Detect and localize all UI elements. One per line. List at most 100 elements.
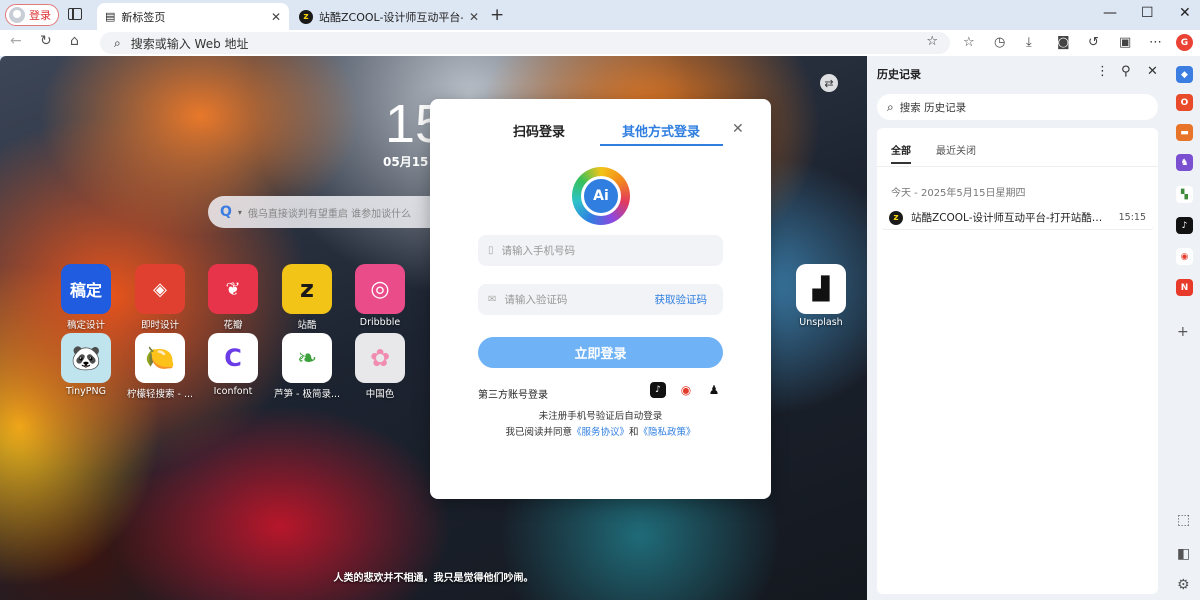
huaban-icon: ❦ [208, 264, 258, 314]
google-icon[interactable]: G [1176, 34, 1193, 51]
search-input[interactable]: 俄乌直接谈判有望重启 谁参加谈什么 [248, 205, 411, 220]
history-item-title: 站酷ZCOOL-设计师互动平台-打开站酷，发现更好的设计！ [911, 212, 1106, 224]
tab-actions-icon[interactable] [68, 8, 82, 20]
office-icon[interactable]: O [1176, 94, 1193, 111]
page-icon: ▤ [105, 10, 116, 23]
new-tab-button[interactable]: + [490, 5, 504, 25]
apps-grid-icon[interactable]: ▚ [1176, 186, 1193, 203]
back-icon[interactable]: ← [10, 33, 22, 49]
app-label: 花瓣 [223, 320, 243, 331]
close-icon[interactable]: ✕ [469, 10, 479, 24]
newtab-quote: 人类的悲欢并不相通，我只是觉得他们吵闹。 [333, 573, 534, 584]
profile-label: 登录 [29, 9, 51, 22]
weibo-icon[interactable]: ◉ [1176, 248, 1193, 265]
address-bar[interactable]: ⌕ 搜索或输入 Web 地址 ☆ [100, 32, 950, 54]
favorites-icon[interactable]: ☆ [963, 35, 975, 50]
tab-qr-login[interactable]: 扫码登录 [513, 121, 565, 140]
app-shortcut[interactable]: ❦ 花瓣 [198, 264, 268, 331]
tinypng-icon: 🐼 [61, 333, 111, 383]
zcool-icon: z [299, 9, 313, 24]
app-shortcut[interactable]: ▟ Unsplash [786, 264, 856, 328]
service-agreement-link[interactable]: 《服务协议》 [572, 427, 629, 438]
tab-all[interactable]: 全部 [891, 142, 911, 157]
history-item[interactable]: z 站酷ZCOOL-设计师互动平台-打开站酷，发现更好的设计！ 15:15 [881, 206, 1154, 230]
history-panel: 历史记录 ⋮ ⚲ ✕ ⌕ 搜索 历史记录 全部 最近关闭 今天 - 2025年5… [867, 56, 1168, 600]
agreement-and: 和 [629, 427, 639, 438]
split-view-icon[interactable]: ◧ [1177, 546, 1190, 562]
history-title: 历史记录 [877, 68, 921, 81]
pin-icon[interactable]: ⚲ [1121, 64, 1131, 79]
douyin-icon[interactable]: ♪ [650, 382, 666, 398]
app-shortcut[interactable]: ◎ Dribbble [345, 264, 415, 328]
chevron-down-icon[interactable]: ▾ [238, 208, 242, 217]
toolbox-icon[interactable]: ▬ [1176, 124, 1193, 141]
news-icon[interactable]: N [1176, 279, 1193, 296]
download-icon[interactable]: ⤓ [1026, 35, 1032, 50]
login-button[interactable]: 立即登录 [478, 337, 723, 368]
app-label: 柠檬轻搜索 - ... [126, 389, 194, 400]
app-shortcut[interactable]: 🍋 柠檬轻搜索 - ... [125, 333, 195, 400]
tab-other-login[interactable]: 其他方式登录 [622, 121, 700, 140]
logo-text: Ai [581, 176, 621, 216]
app-shortcut[interactable]: ✿ 中国色 [345, 333, 415, 400]
search-icon: ⌕ [114, 35, 121, 50]
unsplash-icon: ▟ [796, 264, 846, 314]
more-options-icon[interactable]: ⋮ [1096, 64, 1109, 79]
app-shortcut[interactable]: ◈ 即时设计 [125, 264, 195, 331]
douyin-icon[interactable]: ♪ [1176, 217, 1193, 234]
app-shortcut[interactable]: ❧ 芦笋 - 极简录... [272, 333, 342, 400]
add-icon[interactable]: + [1177, 324, 1189, 340]
tab-new-tab[interactable]: ▤ 新标签页 ✕ [97, 3, 289, 30]
settings-icon[interactable]: ⚙ [1177, 577, 1190, 593]
app-label: 稿定设计 [66, 320, 105, 331]
wallpaper-switch-icon[interactable]: ⇄ [820, 74, 838, 92]
qq-icon[interactable]: ♟ [706, 382, 722, 398]
privacy-policy-link[interactable]: 《隐私政策》 [639, 427, 696, 438]
zcool-icon: z [282, 264, 332, 314]
china-color-icon: ✿ [355, 333, 405, 383]
tab-recently-closed[interactable]: 最近关闭 [936, 142, 976, 157]
tab-zcool[interactable]: z 站酷ZCOOL-设计师互动平台-打 ✕ [291, 3, 487, 30]
history-icon[interactable]: ◷ [994, 35, 1005, 50]
weibo-icon[interactable]: ◉ [678, 382, 694, 398]
app-label: Iconfont [213, 386, 253, 397]
title-bar: 登录 ▤ 新标签页 ✕ z 站酷ZCOOL-设计师互动平台-打 ✕ + — ☐ … [0, 0, 1200, 30]
toolbar: ← ↻ ⌂ ⌕ 搜索或输入 Web 地址 ☆ ☆ ◷ ⤓ ◙ ↺ ▣ ⋯ [0, 30, 1200, 56]
minimize-button[interactable]: — [1103, 5, 1117, 21]
close-icon[interactable]: ✕ [732, 121, 744, 137]
app-label: 芦笋 - 极简录... [273, 389, 341, 400]
code-field[interactable]: ✉ 请输入验证码 获取验证码 [478, 284, 723, 315]
newtab-search-box[interactable]: Q ▾ 俄乌直接谈判有望重启 谁参加谈什么 [208, 196, 468, 228]
close-icon[interactable]: ✕ [1147, 64, 1158, 79]
recent-icon[interactable]: ↺ [1088, 35, 1099, 50]
search-engine-icon[interactable]: Q [220, 204, 232, 220]
app-shortcut[interactable]: 稿定 稿定设计 [51, 264, 121, 331]
app-shortcut[interactable]: C Iconfont [198, 333, 268, 397]
profile-button[interactable]: 登录 [5, 4, 59, 26]
maximize-button[interactable]: ☐ [1141, 5, 1154, 21]
phone-placeholder: 请输入手机号码 [501, 245, 576, 257]
home-icon[interactable]: ⌂ [70, 33, 79, 49]
game-icon[interactable]: ♞ [1176, 154, 1193, 171]
app-label: 站酷 [297, 320, 317, 331]
app-label: 中国色 [365, 389, 395, 400]
favorite-star-icon[interactable]: ☆ [926, 34, 938, 49]
screenshot-icon[interactable]: ◙ [1057, 35, 1070, 50]
tag-icon[interactable]: ◆ [1176, 66, 1193, 83]
history-search-input[interactable]: ⌕ 搜索 历史记录 [877, 94, 1158, 120]
phone-field[interactable]: ▯ 请输入手机号码 [478, 235, 723, 266]
toolbox-icon[interactable]: ▣ [1119, 35, 1131, 50]
more-icon[interactable]: ⋯ [1149, 35, 1162, 50]
close-window-button[interactable]: ✕ [1179, 5, 1191, 21]
agreement-note: 我已阅读并同意《服务协议》和《隐私政策》 [430, 424, 771, 438]
third-party-label: 第三方账号登录 [478, 390, 548, 401]
refresh-icon[interactable]: ↻ [40, 33, 52, 49]
jishi-icon: ◈ [135, 264, 185, 314]
app-label: Unsplash [799, 317, 843, 328]
translate-icon[interactable]: ⬚ [1177, 512, 1190, 528]
get-code-link[interactable]: 获取验证码 [655, 292, 708, 307]
app-shortcut[interactable]: z 站酷 [272, 264, 342, 331]
history-search-placeholder: 搜索 历史记录 [899, 101, 967, 114]
close-icon[interactable]: ✕ [271, 10, 281, 24]
app-shortcut[interactable]: 🐼 TinyPNG [51, 333, 121, 397]
